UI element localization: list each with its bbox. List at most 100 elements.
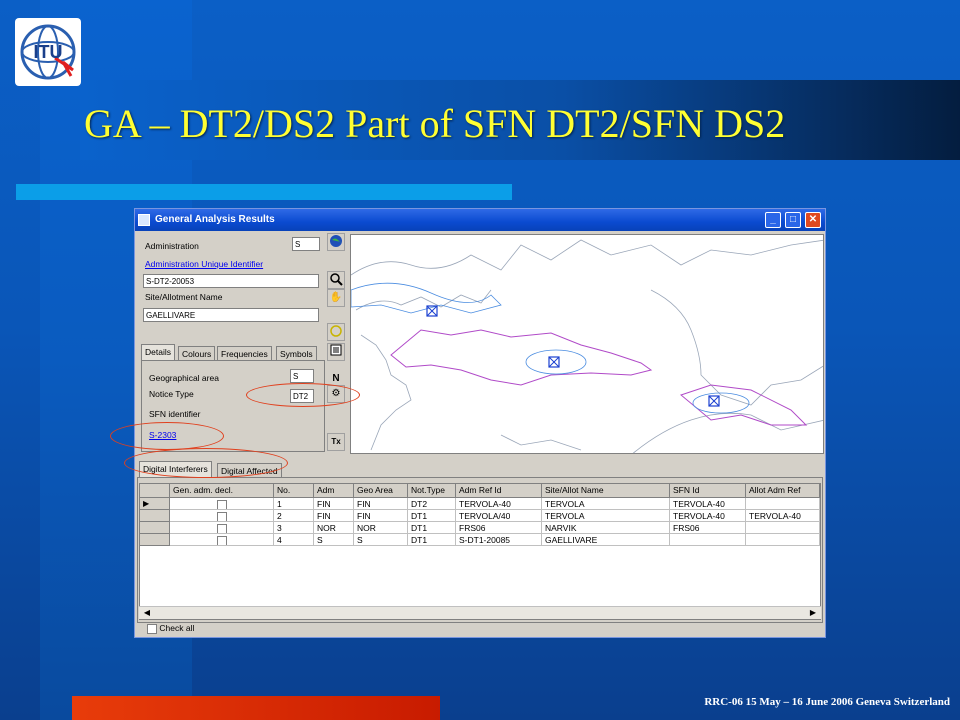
circle-icon[interactable]	[327, 323, 345, 341]
administration-label: Administration	[145, 241, 199, 251]
table-cell[interactable]: TERVOLA	[542, 510, 670, 522]
sfn-identifier-label: SFN identifier	[149, 409, 201, 419]
column-header[interactable]: Geo Area	[354, 484, 408, 498]
check-all-checkbox[interactable]	[147, 623, 157, 634]
check-all[interactable]: Check all	[147, 623, 194, 634]
annotation-notice-type	[246, 383, 360, 407]
table-cell[interactable]: TERVOLA	[542, 498, 670, 510]
map-view[interactable]	[350, 234, 824, 454]
table-corner	[140, 484, 170, 498]
horizontal-scrollbar[interactable]: ◀ ▶	[139, 606, 821, 619]
table-cell[interactable]: DT1	[408, 534, 456, 546]
gen-adm-decl-checkbox[interactable]	[170, 498, 274, 510]
table-cell[interactable]: GAELLIVARE	[542, 534, 670, 546]
svg-text:ITU: ITU	[34, 42, 63, 62]
coverage-area-narvik	[351, 282, 502, 314]
table-cell[interactable]: NOR	[314, 522, 354, 534]
administration-field[interactable]: S	[292, 237, 320, 251]
column-header[interactable]: Allot Adm Ref	[746, 484, 820, 498]
table-cell[interactable]: TERVOLA-40	[670, 498, 746, 510]
scroll-right-icon[interactable]: ▶	[807, 608, 819, 618]
window-titlebar[interactable]: General Analysis Results _ □ ✕	[135, 209, 825, 231]
gen-adm-decl-checkbox[interactable]	[170, 522, 274, 534]
table-cell[interactable]: 4	[274, 534, 314, 546]
interferers-table: Gen. adm. decl. No. Adm Geo Area Not.Type Adm…	[139, 483, 821, 620]
window-title: General Analysis Results	[155, 214, 275, 225]
column-header[interactable]: Not.Type	[408, 484, 456, 498]
column-header[interactable]: Adm Ref Id	[456, 484, 542, 498]
scroll-left-icon[interactable]: ◀	[141, 608, 153, 618]
table-cell[interactable]: TERVOLA-40	[670, 510, 746, 522]
unique-id-field[interactable]: S-DT2-20053	[143, 274, 319, 288]
table-cell[interactable]: FRS06	[456, 522, 542, 534]
column-header[interactable]: No.	[274, 484, 314, 498]
geo-area-label: Geographical area	[149, 373, 219, 383]
allotment-area-tervola	[679, 384, 808, 426]
table-cell[interactable]: 3	[274, 522, 314, 534]
table-cell[interactable]: FIN	[314, 510, 354, 522]
site-allotment-field[interactable]: GAELLIVARE	[143, 308, 319, 322]
table-cell[interactable]: S-DT1-20085	[456, 534, 542, 546]
table-cell[interactable]	[670, 534, 746, 546]
general-analysis-window: General Analysis Results _ □ ✕ Administr…	[134, 208, 826, 638]
column-header[interactable]: Site/Allot Name	[542, 484, 670, 498]
hand-icon[interactable]: ✋	[327, 289, 345, 307]
geo-area-field[interactable]: S	[290, 369, 314, 383]
slide-title: GA – DT2/DS2 Part of SFN DT2/SFN DS2	[84, 101, 786, 146]
maximize-button[interactable]: □	[785, 212, 801, 228]
table-cell[interactable]: TERVOLA/40	[456, 510, 542, 522]
minimize-button[interactable]: _	[765, 212, 781, 228]
detail-tabs: Details Colours Frequencies Symbols	[141, 344, 325, 361]
column-header[interactable]: Gen. adm. decl.	[170, 484, 274, 498]
app-icon	[138, 214, 150, 226]
transmitter-marker-tervola[interactable]	[708, 395, 720, 407]
row-selector[interactable]	[140, 510, 170, 522]
coverage-area-tervola	[692, 392, 750, 414]
table-cell[interactable]: FIN	[354, 498, 408, 510]
table-cell[interactable]	[746, 498, 820, 510]
table-cell[interactable]: FRS06	[670, 522, 746, 534]
tab-details[interactable]: Details	[141, 344, 175, 361]
tab-symbols[interactable]: Symbols	[276, 346, 317, 361]
annotation-sfn-identifier	[110, 422, 224, 450]
list-icon[interactable]	[327, 343, 345, 361]
gen-adm-decl-checkbox[interactable]	[170, 534, 274, 546]
row-selector[interactable]	[140, 522, 170, 534]
table-cell[interactable]	[746, 522, 820, 534]
table-cell[interactable]: TERVOLA-40	[456, 498, 542, 510]
close-button[interactable]: ✕	[805, 212, 821, 228]
globe-icon[interactable]	[327, 233, 345, 251]
tx-button[interactable]: Tx	[327, 433, 345, 451]
table-cell[interactable]: 2	[274, 510, 314, 522]
column-header[interactable]: SFN Id	[670, 484, 746, 498]
table-cell[interactable]: 1	[274, 498, 314, 510]
table-cell[interactable]: DT1	[408, 522, 456, 534]
table-cell[interactable]: S	[354, 534, 408, 546]
table-cell[interactable]	[746, 534, 820, 546]
row-selector[interactable]: ▶	[140, 498, 170, 510]
table-cell[interactable]: TERVOLA-40	[746, 510, 820, 522]
site-allotment-label: Site/Allotment Name	[145, 292, 223, 302]
transmitter-marker-gaellivare[interactable]	[548, 356, 560, 368]
table-cell[interactable]: DT2	[408, 498, 456, 510]
table-cell[interactable]: DT1	[408, 510, 456, 522]
tab-colours[interactable]: Colours	[178, 346, 216, 361]
decorative-bar-bottom	[72, 696, 440, 720]
check-all-label: Check all	[159, 623, 195, 633]
table-cell[interactable]: NOR	[354, 522, 408, 534]
unique-id-link[interactable]: Administration Unique Identifier	[145, 259, 263, 269]
slide-footer: RRC-06 15 May – 16 June 2006 Geneva Swit…	[704, 696, 950, 708]
table-cell[interactable]: S	[314, 534, 354, 546]
coverage-area-gaellivare	[525, 349, 587, 375]
allotment-area-gaellivare	[390, 329, 653, 386]
zoom-icon[interactable]	[327, 271, 345, 289]
notice-type-label: Notice Type	[149, 389, 194, 399]
row-selector[interactable]	[140, 534, 170, 546]
table-cell[interactable]: NARVIK	[542, 522, 670, 534]
table-cell[interactable]: FIN	[354, 510, 408, 522]
map-toolbar: ✋ N ⚙ Tx	[327, 233, 347, 453]
gen-adm-decl-checkbox[interactable]	[170, 510, 274, 522]
column-header[interactable]: Adm	[314, 484, 354, 498]
table-cell[interactable]: FIN	[314, 498, 354, 510]
tab-frequencies[interactable]: Frequencies	[217, 346, 272, 361]
